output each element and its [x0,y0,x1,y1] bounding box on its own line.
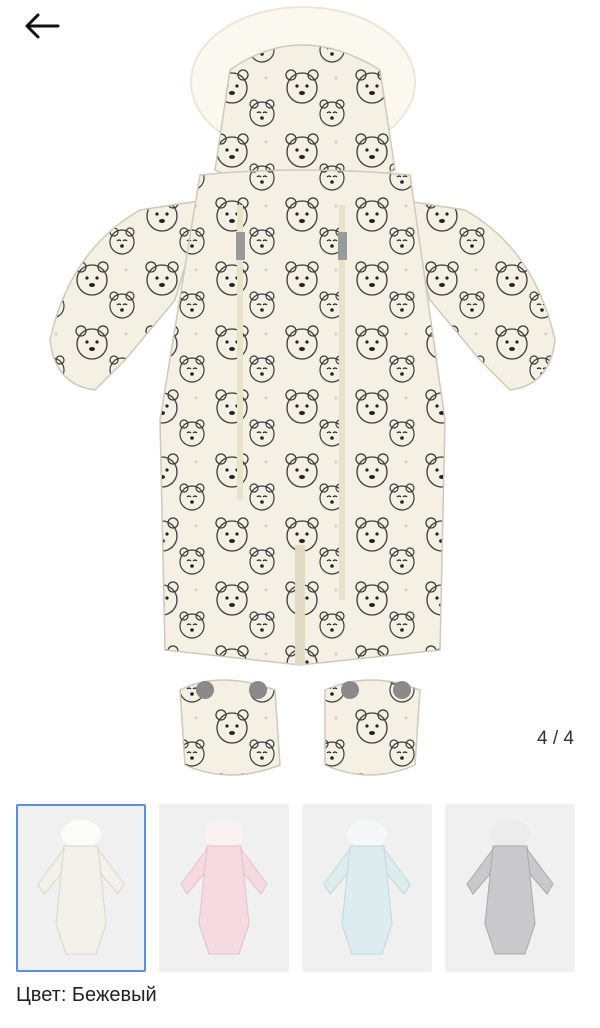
thumb-silver-image [466,820,554,955]
thumb-pink-image [180,820,268,955]
snowsuit-illustration [49,6,556,776]
thumb-pink[interactable] [159,804,289,972]
arrow-left-icon [25,13,60,39]
thumb-silver[interactable] [445,804,575,972]
color-label: Цвет: Бежевый [16,984,157,1006]
back-button[interactable] [18,6,66,46]
thumb-beige[interactable] [16,804,146,972]
thumb-blue[interactable] [302,804,432,972]
thumb-beige-image [37,820,125,955]
image-counter: 4 / 4 [537,728,574,749]
thumbnail-strip [16,804,576,974]
product-image[interactable]: 4 / 4 [0,0,600,790]
thumb-blue-image [323,820,411,955]
